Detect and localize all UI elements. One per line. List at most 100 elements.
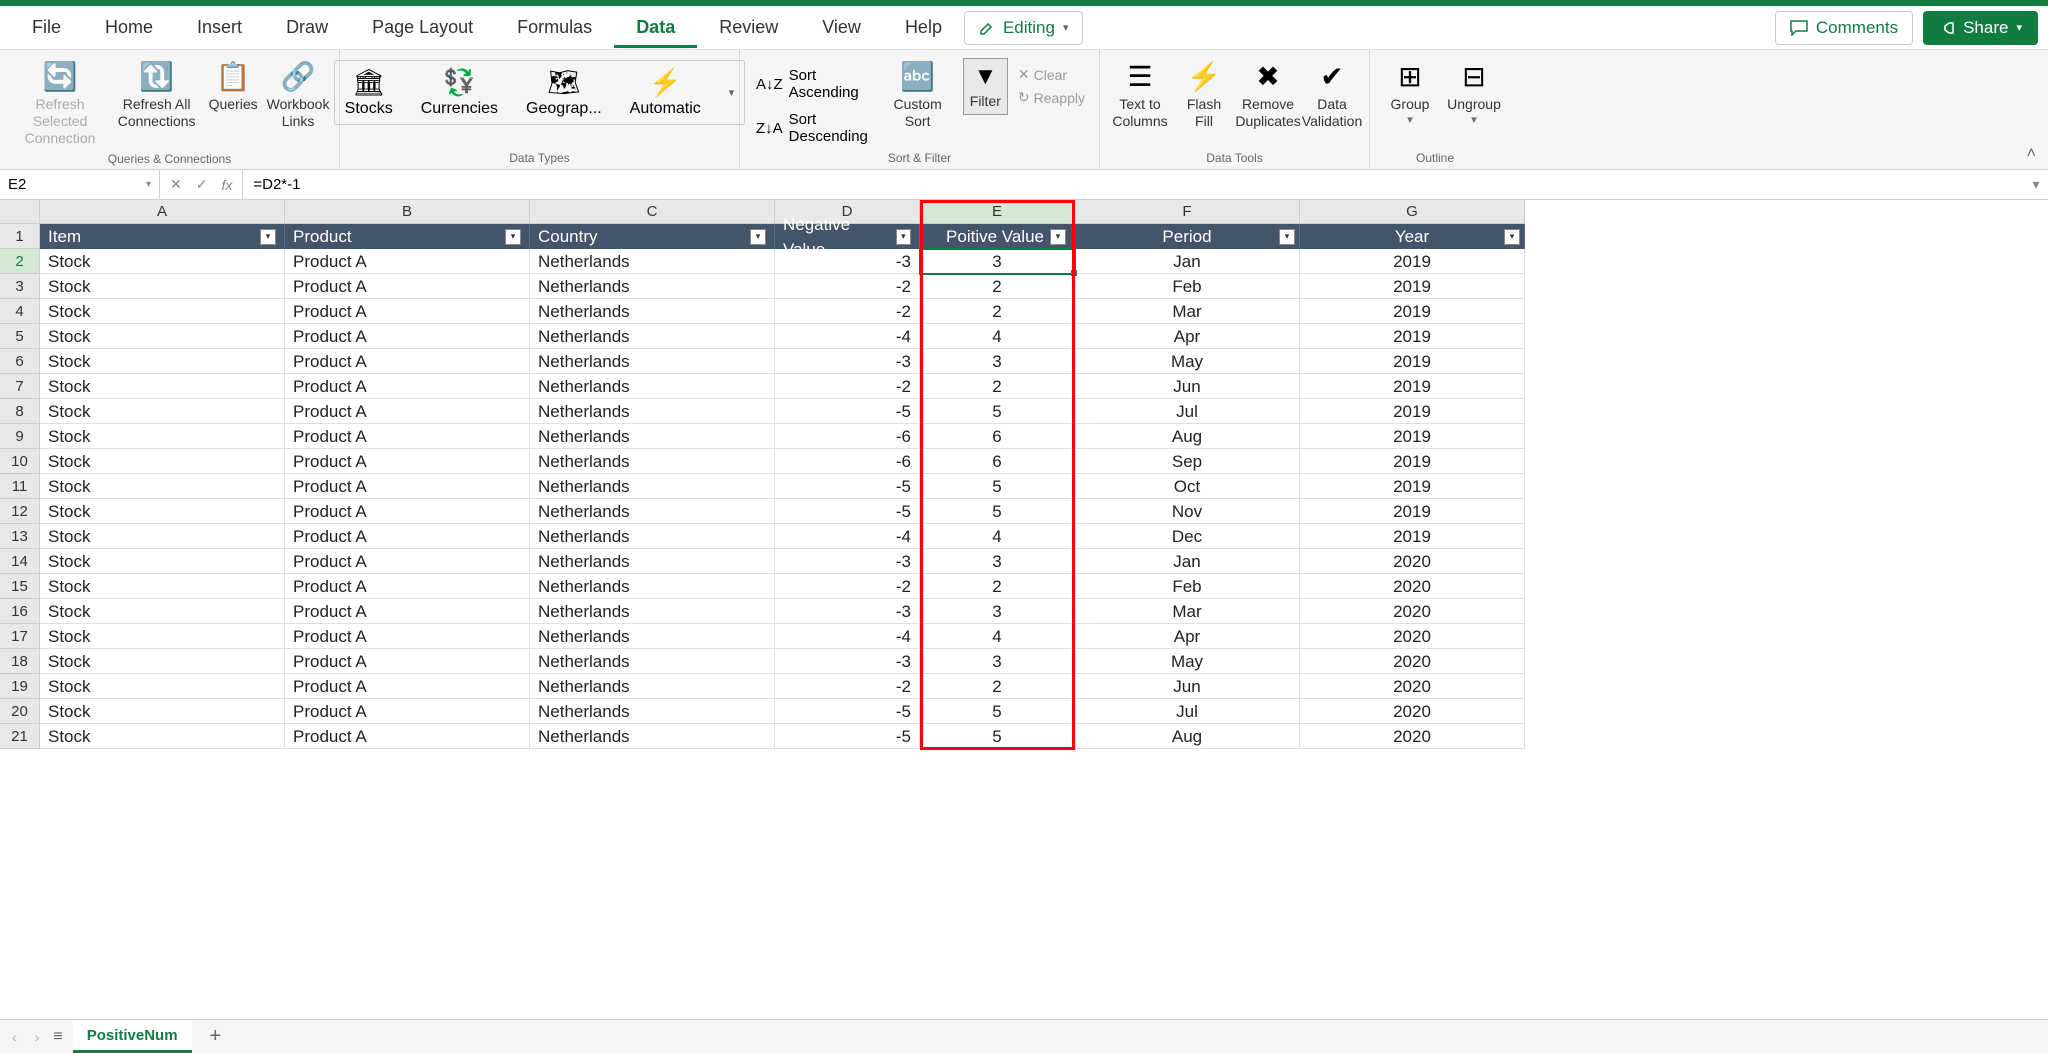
cell[interactable]: 2020 xyxy=(1300,724,1525,749)
row-header-6[interactable]: 6 xyxy=(0,349,40,374)
row-header-19[interactable]: 19 xyxy=(0,674,40,699)
cell[interactable]: 5 xyxy=(920,699,1075,724)
row-header-1[interactable]: 1 xyxy=(0,224,40,249)
cell[interactable]: 2 xyxy=(920,374,1075,399)
column-header-E[interactable]: E xyxy=(920,200,1075,224)
cell[interactable]: 5 xyxy=(920,499,1075,524)
refresh-all-button[interactable]: 🔃 Refresh All Connections xyxy=(114,54,199,134)
cell[interactable]: Jul xyxy=(1075,399,1300,424)
cell[interactable]: 3 xyxy=(920,249,1075,274)
row-header-17[interactable]: 17 xyxy=(0,624,40,649)
cell[interactable]: Product A xyxy=(285,449,530,474)
cell[interactable]: Stock xyxy=(40,374,285,399)
table-header-product[interactable]: Product▾ xyxy=(285,224,530,249)
row-header-3[interactable]: 3 xyxy=(0,274,40,299)
cell[interactable]: Product A xyxy=(285,649,530,674)
cell[interactable]: 6 xyxy=(920,424,1075,449)
row-header-20[interactable]: 20 xyxy=(0,699,40,724)
cell[interactable]: Netherlands xyxy=(530,549,775,574)
name-box[interactable]: E2 ▾ xyxy=(0,170,160,199)
cell[interactable]: Stock xyxy=(40,274,285,299)
cell[interactable]: 5 xyxy=(920,399,1075,424)
cell[interactable]: Netherlands xyxy=(530,374,775,399)
custom-sort-button[interactable]: 🔤 Custom Sort xyxy=(879,54,957,134)
select-all-corner[interactable] xyxy=(0,200,40,224)
cell[interactable]: 2019 xyxy=(1300,449,1525,474)
cell[interactable]: 4 xyxy=(920,324,1075,349)
next-sheet-button[interactable]: › xyxy=(31,1029,44,1045)
cell[interactable]: 2020 xyxy=(1300,574,1525,599)
cell[interactable]: May xyxy=(1075,349,1300,374)
cell[interactable]: Netherlands xyxy=(530,449,775,474)
cell[interactable]: Dec xyxy=(1075,524,1300,549)
cell[interactable]: Product A xyxy=(285,724,530,749)
row-header-7[interactable]: 7 xyxy=(0,374,40,399)
cell[interactable]: Aug xyxy=(1075,424,1300,449)
cell[interactable]: Stock xyxy=(40,599,285,624)
cell[interactable]: 4 xyxy=(920,524,1075,549)
flash-fill-button[interactable]: ⚡Flash Fill xyxy=(1174,54,1234,134)
row-header-18[interactable]: 18 xyxy=(0,649,40,674)
filter-dropdown-icon[interactable]: ▾ xyxy=(1050,229,1066,245)
cell[interactable]: Stock xyxy=(40,549,285,574)
cell[interactable]: Netherlands xyxy=(530,724,775,749)
cell[interactable]: Stock xyxy=(40,249,285,274)
cell[interactable]: 2 xyxy=(920,574,1075,599)
cell[interactable]: -6 xyxy=(775,424,920,449)
cell[interactable]: Product A xyxy=(285,674,530,699)
sheet-tab-positivenum[interactable]: PositiveNum xyxy=(73,1021,192,1053)
cell[interactable]: -5 xyxy=(775,399,920,424)
cell[interactable]: 2019 xyxy=(1300,374,1525,399)
cell[interactable]: Product A xyxy=(285,549,530,574)
cell[interactable]: Stock xyxy=(40,349,285,374)
cell[interactable]: 2019 xyxy=(1300,274,1525,299)
cell[interactable]: Stock xyxy=(40,699,285,724)
menu-insert[interactable]: Insert xyxy=(175,7,264,48)
cell[interactable]: Stock xyxy=(40,649,285,674)
cell[interactable]: Netherlands xyxy=(530,249,775,274)
sort-ascending-button[interactable]: A↓ZSort Ascending xyxy=(750,64,875,104)
menu-formulas[interactable]: Formulas xyxy=(495,7,614,48)
column-header-F[interactable]: F xyxy=(1075,200,1300,224)
cell[interactable]: Apr xyxy=(1075,624,1300,649)
cell[interactable]: Product A xyxy=(285,399,530,424)
cell[interactable]: Netherlands xyxy=(530,524,775,549)
cell[interactable]: Jun xyxy=(1075,674,1300,699)
cell[interactable]: 2019 xyxy=(1300,524,1525,549)
cell[interactable]: Product A xyxy=(285,324,530,349)
row-header-12[interactable]: 12 xyxy=(0,499,40,524)
row-header-4[interactable]: 4 xyxy=(0,299,40,324)
cell[interactable]: Product A xyxy=(285,574,530,599)
cell[interactable]: -2 xyxy=(775,574,920,599)
cell[interactable]: 2020 xyxy=(1300,674,1525,699)
cell[interactable]: Netherlands xyxy=(530,274,775,299)
sort-descending-button[interactable]: Z↓ASort Descending xyxy=(750,108,875,148)
clear-filter-button[interactable]: ✕Clear xyxy=(1014,64,1089,85)
row-header-16[interactable]: 16 xyxy=(0,599,40,624)
data-validation-button[interactable]: ✔Data Validation xyxy=(1302,54,1362,134)
cell[interactable]: Stock xyxy=(40,674,285,699)
cell[interactable]: May xyxy=(1075,649,1300,674)
prev-sheet-button[interactable]: ‹ xyxy=(8,1029,21,1045)
cell[interactable]: Product A xyxy=(285,349,530,374)
menu-view[interactable]: View xyxy=(800,7,883,48)
row-header-14[interactable]: 14 xyxy=(0,549,40,574)
comments-button[interactable]: Comments xyxy=(1775,11,1913,45)
row-header-2[interactable]: 2 xyxy=(0,249,40,274)
cell[interactable]: 2019 xyxy=(1300,424,1525,449)
cell[interactable]: -5 xyxy=(775,699,920,724)
cell[interactable]: 3 xyxy=(920,649,1075,674)
cell[interactable]: Jun xyxy=(1075,374,1300,399)
cell[interactable]: Stock xyxy=(40,574,285,599)
cell[interactable]: 5 xyxy=(920,724,1075,749)
menu-file[interactable]: File xyxy=(10,7,83,48)
cell[interactable]: 2019 xyxy=(1300,399,1525,424)
cell[interactable]: Stock xyxy=(40,724,285,749)
cell[interactable]: Product A xyxy=(285,524,530,549)
insert-function-button[interactable]: fx xyxy=(221,177,232,193)
cell[interactable]: -2 xyxy=(775,674,920,699)
cell[interactable]: -3 xyxy=(775,549,920,574)
collapse-ribbon-button[interactable]: ˄ xyxy=(2027,145,2036,163)
cell[interactable]: Stock xyxy=(40,474,285,499)
table-header-neg[interactable]: Negative Value▾ xyxy=(775,224,920,249)
